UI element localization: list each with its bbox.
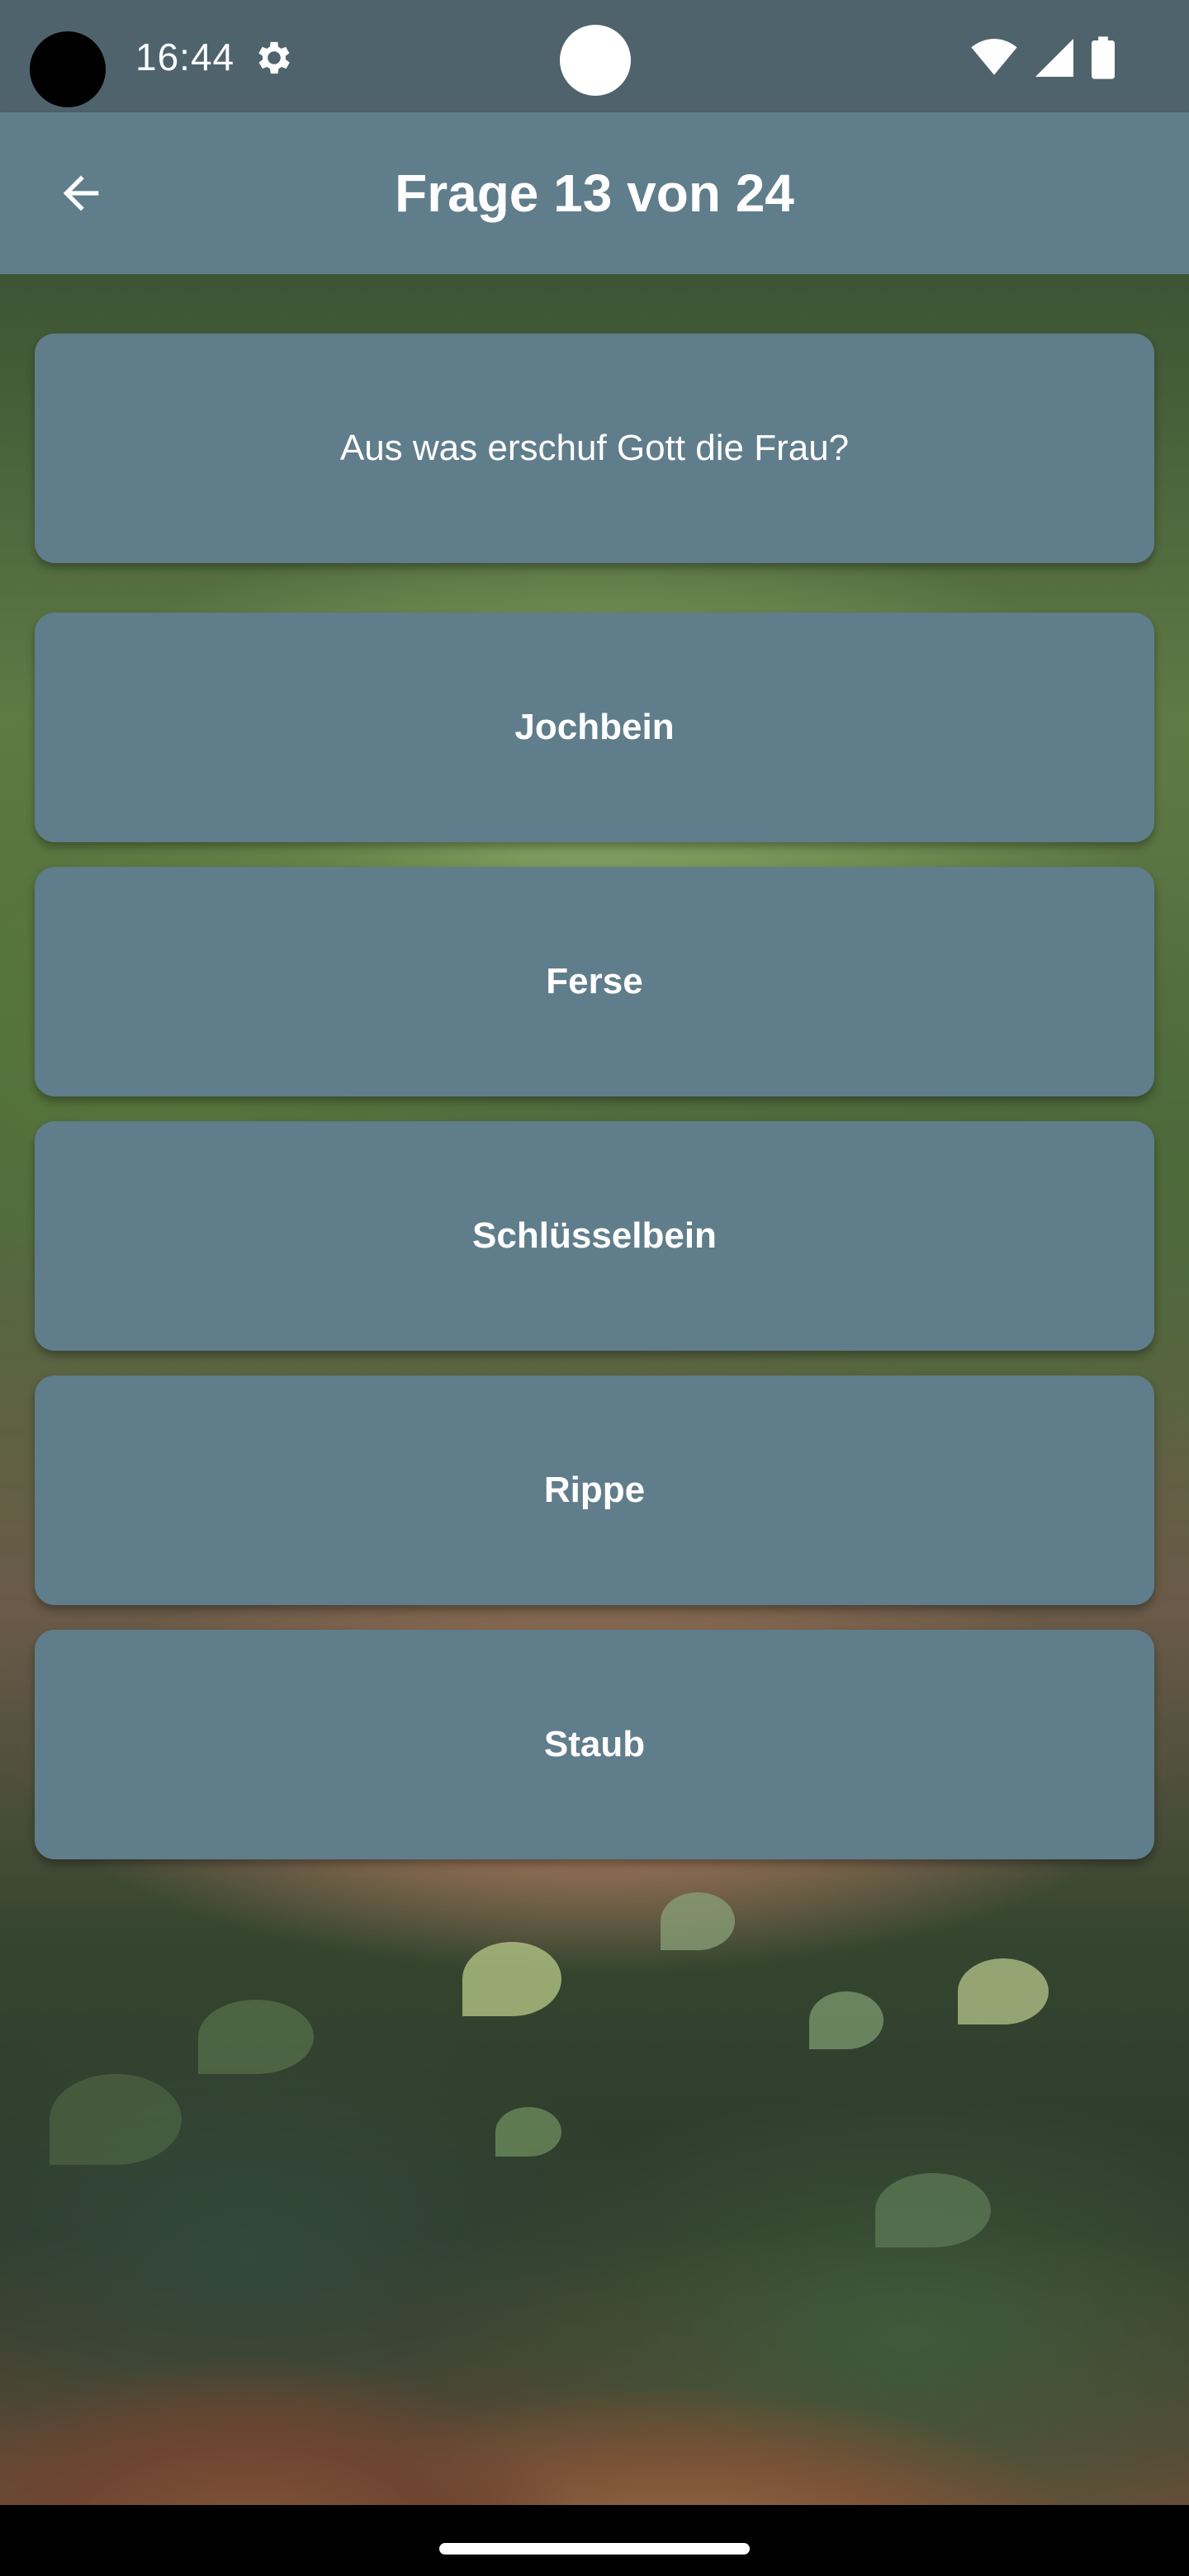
navigation-bar [0, 2505, 1189, 2576]
status-time: 16:44 [135, 36, 235, 78]
page-title: Frage 13 von 24 [395, 163, 794, 223]
answer-button-jochbein[interactable]: Jochbein [35, 613, 1154, 842]
wifi-icon [971, 39, 1017, 75]
gear-icon [258, 41, 290, 74]
home-indicator[interactable] [439, 2543, 750, 2555]
camera-cutout [30, 31, 106, 107]
question-card: Aus was erschuf Gott die Frau? [35, 334, 1154, 563]
answer-button-staub[interactable]: Staub [35, 1630, 1154, 1859]
app-bar: Frage 13 von 24 [0, 112, 1189, 274]
status-icons [971, 35, 1115, 81]
answer-button-rippe[interactable]: Rippe [35, 1376, 1154, 1605]
answer-button-ferse[interactable]: Ferse [35, 867, 1154, 1096]
notification-dot [560, 25, 631, 96]
signal-icon [1035, 39, 1073, 77]
answer-button-schluesselbein[interactable]: Schlüsselbein [35, 1121, 1154, 1351]
battery-icon [1092, 36, 1115, 79]
status-bar: 16:44 [0, 0, 1189, 112]
